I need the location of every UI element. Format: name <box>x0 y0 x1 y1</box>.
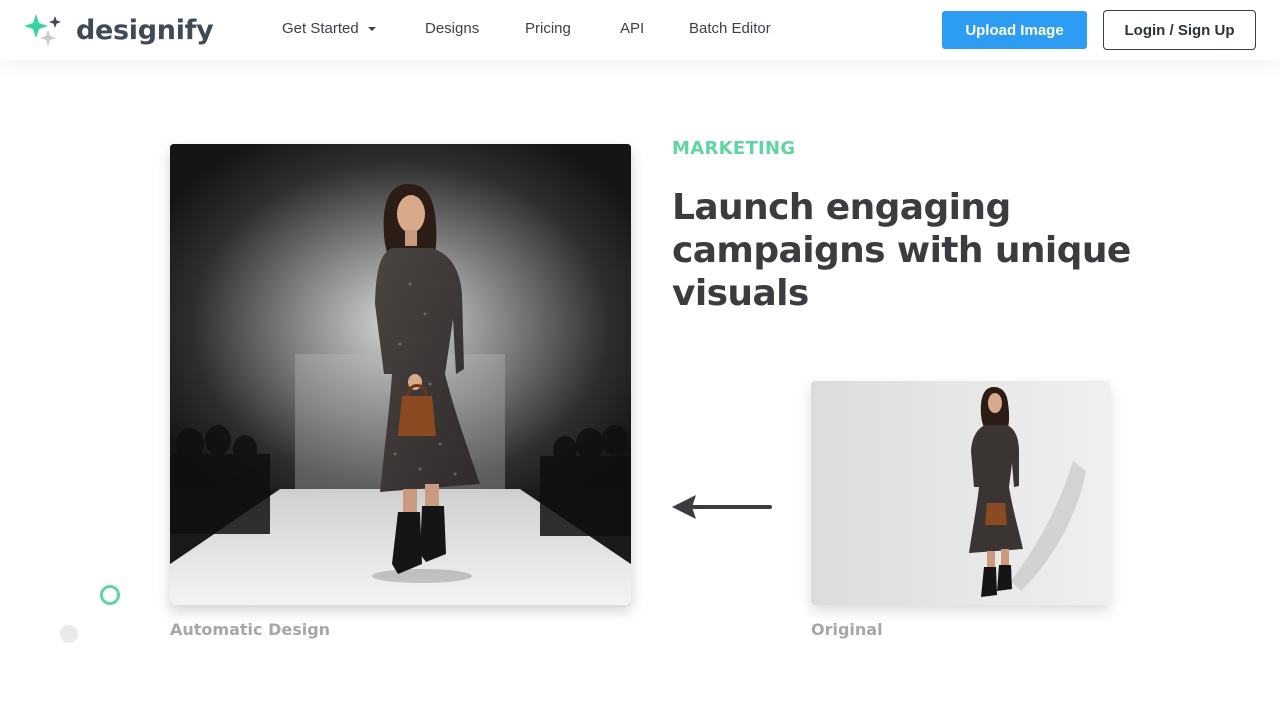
section-eyebrow: MARKETING <box>672 138 796 159</box>
decorative-ring <box>100 585 120 605</box>
nav-get-started-label: Get Started <box>282 20 359 37</box>
caret-down-icon <box>367 26 376 31</box>
sparkle-stars-icon <box>24 14 61 46</box>
runway-photo <box>170 144 631 605</box>
nav-batch-editor-label: Batch Editor <box>689 20 771 37</box>
arrow-left-icon <box>672 495 772 519</box>
decorative-dot <box>60 625 78 643</box>
nav-get-started[interactable]: Get Started <box>282 20 377 37</box>
original-image <box>811 381 1110 605</box>
nav-designs-label: Designs <box>425 20 480 37</box>
nav-batch-editor[interactable]: Batch Editor <box>689 20 771 37</box>
nav-api[interactable]: API <box>620 20 644 37</box>
original-caption: Original <box>811 620 883 639</box>
nav-api-label: API <box>620 20 645 37</box>
original-photo <box>811 381 1110 605</box>
nav-pricing[interactable]: Pricing <box>525 20 571 37</box>
login-signup-button[interactable]: Login / Sign Up <box>1103 10 1256 50</box>
nav-designs[interactable]: Designs <box>425 20 479 37</box>
brand-logo[interactable]: designify <box>24 12 214 48</box>
automatic-design-caption: Automatic Design <box>170 620 331 639</box>
automatic-design-image <box>170 144 631 605</box>
upload-image-button[interactable]: Upload Image <box>942 11 1087 49</box>
brand-name: designify <box>76 14 214 46</box>
section-headline: Launch engaging campaigns with unique vi… <box>672 187 1131 314</box>
site-header: designify Get Started Designs Pricing AP… <box>0 0 1280 60</box>
nav-pricing-label: Pricing <box>525 20 571 37</box>
